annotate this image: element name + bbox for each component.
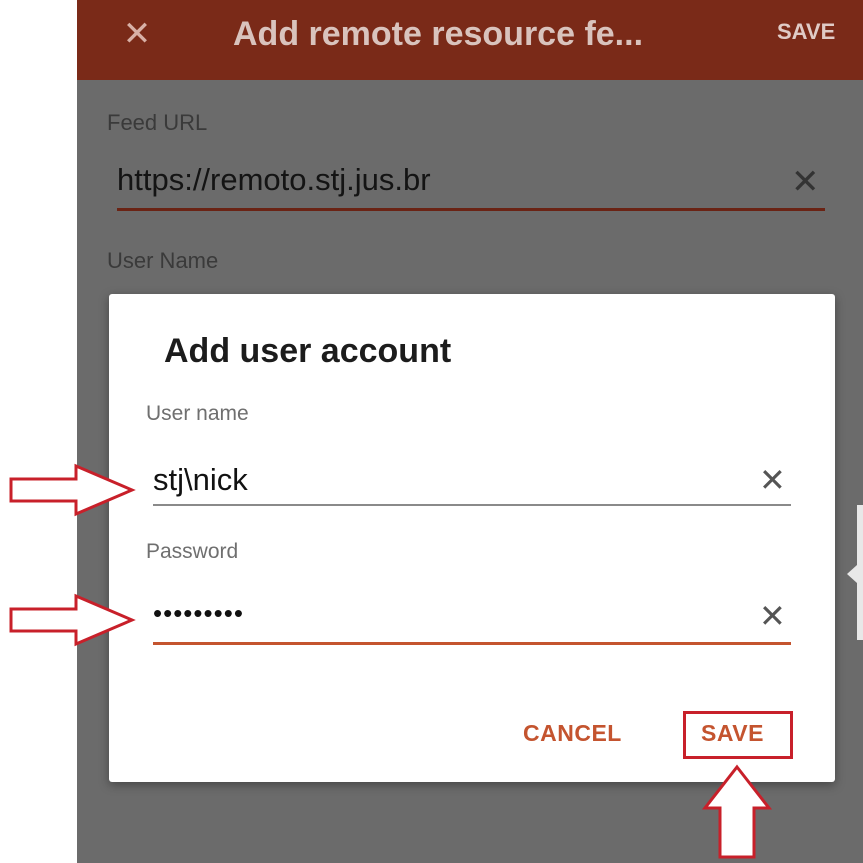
feed-url-label: Feed URL [107, 110, 208, 135]
user-name-field-label: User name [146, 402, 249, 425]
password-clear-icon[interactable]: ✕ [759, 600, 786, 632]
password-field-label: Password [146, 540, 239, 563]
feed-url-underline [117, 208, 825, 211]
side-panel-edge [857, 505, 863, 640]
user-name-underline [153, 504, 791, 506]
save-button-highlight [683, 711, 793, 759]
annotation-arrow-right-icon [9, 593, 136, 647]
user-name-clear-icon[interactable]: ✕ [759, 464, 786, 496]
page-title: Add remote resource fe... [233, 15, 644, 53]
user-name-input[interactable]: stj\nick [153, 462, 248, 498]
password-input[interactable]: ••••••••• [153, 598, 244, 629]
user-name-label: User Name [107, 248, 219, 273]
appbar-save-button[interactable]: SAVE [777, 16, 835, 48]
annotation-arrow-right-icon [9, 463, 136, 517]
add-user-account-dialog: Add user account User name stj\nick ✕ Pa… [109, 294, 835, 782]
app-bar: ✕ Add remote resource fe... SAVE [77, 0, 863, 80]
password-underline [153, 642, 791, 645]
side-panel-pointer [847, 565, 857, 583]
cancel-button[interactable]: CANCEL [523, 720, 622, 747]
feed-url-field[interactable]: https://remoto.stj.jus.br [117, 162, 431, 198]
feed-url-clear-icon[interactable]: ✕ [791, 165, 820, 199]
close-icon[interactable]: ✕ [117, 14, 157, 54]
dialog-title: Add user account [164, 332, 452, 370]
annotation-arrow-up-icon [702, 764, 772, 859]
